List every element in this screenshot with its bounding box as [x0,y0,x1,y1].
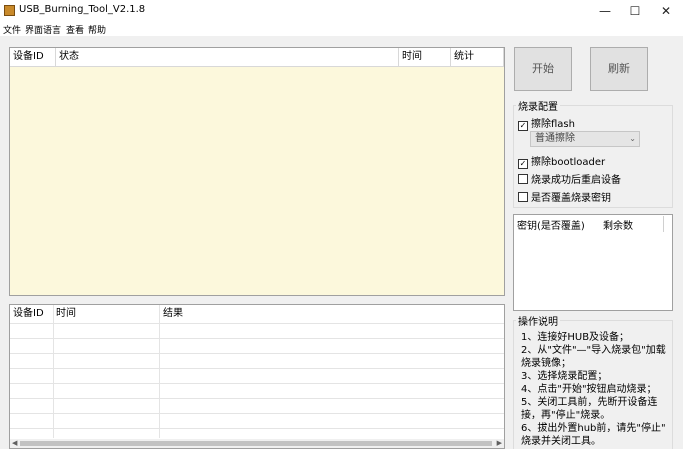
erase-bootloader-label: 擦除bootloader [531,157,606,168]
table-row[interactable] [10,383,504,399]
title-bar: USB_Burning_Tool_V2.1.8 — ☐ ✕ [0,0,683,22]
device-status-body[interactable] [10,67,504,295]
instruction-line: 6、拔出外置hub前，请先"停止" [521,423,666,434]
table-row[interactable] [10,413,504,429]
table-row[interactable] [10,323,504,339]
refresh-button[interactable]: 刷新 [590,47,648,91]
erase-mode-value: 普通擦除 [535,133,575,144]
reboot-after-label: 烧录成功后重启设备 [531,175,621,186]
table-header: 设备ID 状态 时间 统计 [10,48,504,67]
table-row[interactable] [10,398,504,414]
instruction-line: 2、从"文件"—"导入烧录包"加载 [521,345,666,356]
table-header: 设备ID 时间 结果 [10,305,504,324]
col-time[interactable]: 时间 [53,305,160,323]
instruction-line: 烧录镜像； [521,358,571,369]
menu-file[interactable]: 文件 [3,23,21,36]
menu-help[interactable]: 帮助 [88,23,106,36]
keys-col-key[interactable]: 密钥(是否覆盖) [517,217,585,232]
scrollbar-thumb[interactable] [20,441,492,446]
menu-bar: 文件 界面语言 查看 帮助 [0,22,683,36]
col-stats[interactable]: 统计 [451,48,504,66]
instruction-line: 5、关闭工具前，先断开设备连 [521,397,658,408]
col-status[interactable]: 状态 [56,48,399,66]
maximize-button[interactable]: ☐ [620,2,650,20]
erase-bootloader-checkbox[interactable]: ✓ 擦除bootloader [518,153,605,169]
checkbox-checked-icon[interactable]: ✓ [518,121,528,131]
instruction-line: 3、选择烧录配置； [521,371,608,382]
table-row[interactable] [10,338,504,354]
instructions-title: 操作说明 [516,313,560,328]
checkbox-unchecked-icon[interactable] [518,174,528,184]
keys-col-remaining[interactable]: 剩余数 [603,217,633,232]
burn-config-title: 烧录配置 [516,98,560,113]
col-device-id[interactable]: 设备ID [10,48,56,66]
results-table[interactable]: 设备ID 时间 结果 ◀ ▶ [9,304,505,449]
col-result[interactable]: 结果 [160,305,504,323]
checkbox-checked-icon[interactable]: ✓ [518,159,528,169]
scroll-right-icon[interactable]: ▶ [497,439,502,447]
erase-mode-select[interactable]: 普通擦除 ⌄ [530,131,640,147]
table-row[interactable] [10,353,504,369]
col-device-id[interactable]: 设备ID [10,305,53,323]
column-separator [663,216,664,232]
reboot-after-checkbox[interactable]: 烧录成功后重启设备 [518,171,621,186]
start-button[interactable]: 开始 [514,47,572,91]
minimize-button[interactable]: — [590,2,620,20]
horizontal-scrollbar[interactable]: ◀ ▶ [10,439,504,448]
table-row[interactable] [10,368,504,384]
overwrite-key-checkbox[interactable]: 是否覆盖烧录密钥 [518,189,611,204]
checkbox-unchecked-icon[interactable] [518,192,528,202]
keys-table[interactable]: 密钥(是否覆盖) 剩余数 [513,214,673,311]
close-button[interactable]: ✕ [651,2,681,20]
instruction-line: 1、连接好HUB及设备； [521,332,630,343]
instruction-line: 接，再"停止"烧录。 [521,410,611,421]
instruction-line: 烧录并关闭工具。 [521,436,601,447]
menu-language[interactable]: 界面语言 [25,23,61,36]
instruction-line: 4、点击"开始"按钮启动烧录； [521,384,657,395]
erase-flash-label: 擦除flash [531,119,575,130]
window-title: USB_Burning_Tool_V2.1.8 [19,4,146,15]
overwrite-key-label: 是否覆盖烧录密钥 [531,193,611,204]
col-time[interactable]: 时间 [399,48,451,66]
scroll-left-icon[interactable]: ◀ [12,439,17,447]
erase-flash-checkbox[interactable]: ✓ 擦除flash [518,115,575,131]
chevron-down-icon[interactable]: ⌄ [629,132,636,146]
menu-view[interactable]: 查看 [66,23,84,36]
app-icon [4,5,15,16]
device-status-table[interactable]: 设备ID 状态 时间 统计 [9,47,505,296]
